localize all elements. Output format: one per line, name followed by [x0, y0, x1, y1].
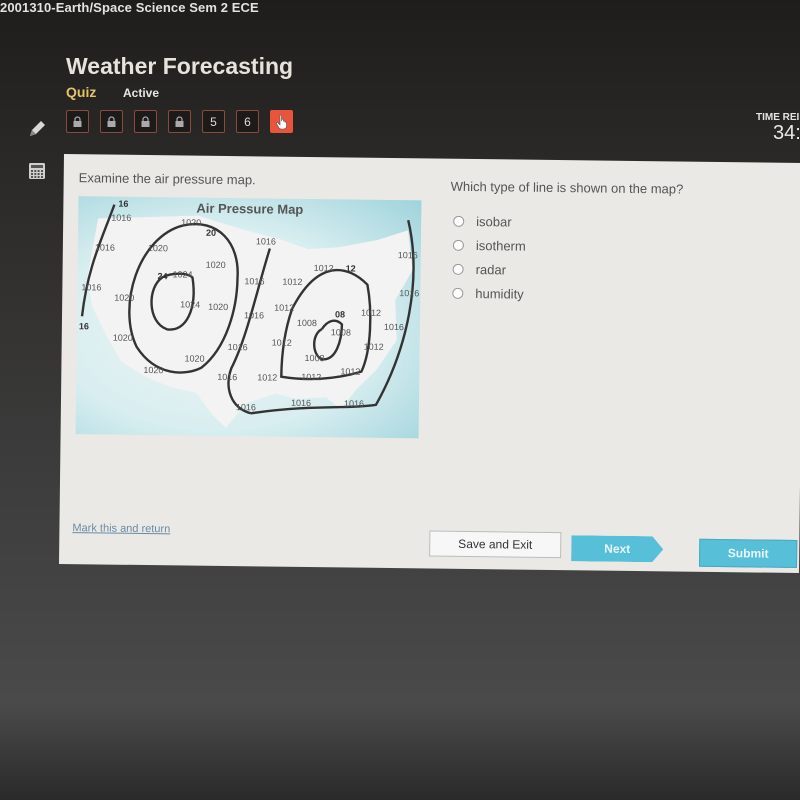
mark-and-return-link[interactable]: Mark this and return — [72, 522, 170, 535]
isobar-label: 1008 — [331, 327, 351, 337]
activity-type-label: Quiz — [66, 84, 97, 100]
isobar-label: 1016 — [291, 398, 311, 408]
isobar-label: 1012 — [272, 338, 292, 348]
isobar-label: 1012 — [274, 303, 294, 313]
isobar-label: 1024 — [180, 299, 200, 309]
save-and-exit-button[interactable]: Save and Exit — [429, 530, 562, 559]
option-isotherm[interactable]: isotherm — [452, 233, 526, 258]
radio-button[interactable] — [453, 215, 465, 227]
option-label: radar — [475, 261, 507, 277]
option-label: humidity — [475, 285, 524, 302]
pencil-icon — [30, 121, 45, 136]
question-nav-7-current[interactable] — [270, 110, 293, 133]
submit-button[interactable]: Submit — [699, 538, 798, 568]
isobar-label: 1012 — [282, 277, 302, 287]
isobar-label: 1012 — [364, 342, 384, 352]
isobar-label: 1016 — [384, 322, 404, 332]
calculator-icon — [29, 163, 45, 179]
isobar-label: 1020 — [181, 217, 201, 227]
isobar-labels: 16 1016 1020 20 1016 1016 1020 1020 1024… — [79, 199, 420, 413]
isobar-label: 08 — [335, 309, 345, 319]
question-prompt: Examine the air pressure map. — [78, 170, 256, 188]
calculator-tool-button[interactable] — [28, 162, 46, 185]
isobar-label: 24 — [157, 271, 167, 281]
lock-icon — [175, 115, 184, 127]
isobar-label: 1016 — [244, 310, 264, 320]
option-label: isotherm — [475, 237, 526, 254]
isobar-label: 1016 — [244, 276, 264, 286]
next-button[interactable]: Next — [571, 535, 663, 562]
hand-pointer-icon — [275, 114, 287, 129]
question-nav-5[interactable]: 5 — [202, 110, 225, 133]
isobar-label: 1016 — [228, 342, 248, 352]
isobar-label: 1020 — [184, 353, 204, 363]
isobar-label: 1012 — [361, 308, 381, 318]
radio-button[interactable] — [452, 263, 464, 275]
isobar-label: 12 — [346, 263, 356, 273]
isobar-label: 1012 — [314, 263, 334, 273]
isobar-label: 1020 — [113, 333, 133, 343]
isobar-label: 1012 — [257, 372, 277, 382]
isobar-label: 1016 — [81, 282, 101, 292]
isobar-label: 1016 — [111, 213, 131, 223]
lock-icon — [141, 115, 150, 127]
isobar-label: 1012 — [301, 372, 321, 382]
isobar-label: 1020 — [143, 365, 163, 375]
pencil-tool-button[interactable] — [26, 118, 48, 145]
isobar-label: 1024 — [172, 269, 192, 279]
time-remaining-value: 34: — [773, 122, 800, 144]
isobar-label: 1016 — [398, 250, 418, 260]
isobar-label: 1020 — [206, 260, 226, 270]
question-panel: Examine the air pressure map. Air Pressu… — [58, 154, 800, 574]
lesson-title: Weather Forecasting — [66, 53, 294, 79]
isobar-label: 1008 — [304, 353, 324, 363]
option-radar[interactable]: radar — [452, 257, 525, 282]
isobar-label: 16 — [118, 199, 128, 209]
isobar-label: 1012 — [340, 366, 360, 376]
isobar-label: 16 — [79, 321, 89, 331]
isobar-label: 20 — [206, 228, 216, 238]
isobar-label: 1016 — [399, 288, 419, 298]
answer-options: isobar isotherm radar humidity — [452, 209, 526, 306]
option-humidity[interactable]: humidity — [452, 281, 525, 306]
isobar-label: 1016 — [236, 402, 256, 412]
isobar-label: 1008 — [297, 318, 317, 328]
option-label: isobar — [476, 213, 512, 229]
lock-icon — [73, 115, 82, 127]
isobar-label: 1020 — [148, 243, 168, 253]
isobar-label: 1020 — [114, 293, 134, 303]
radio-button[interactable] — [452, 287, 464, 299]
question-nav-3[interactable] — [134, 110, 157, 133]
course-title: 2001310-Earth/Space Science Sem 2 ECE — [0, 0, 259, 15]
question-nav-2[interactable] — [100, 110, 123, 133]
question-text: Which type of line is shown on the map? — [450, 178, 684, 197]
isobar-label: 1016 — [95, 242, 115, 252]
option-isobar[interactable]: isobar — [453, 209, 526, 234]
air-pressure-map: Air Pressure Map 16 1016 1020 20 1016 10… — [75, 196, 422, 439]
question-nav-4[interactable] — [168, 110, 191, 133]
question-nav-6[interactable]: 6 — [236, 110, 259, 133]
isobar-label: 1020 — [208, 302, 228, 312]
question-navigation: 5 6 — [66, 110, 293, 133]
isobar-label: 1016 — [344, 398, 364, 408]
isobar-label: 1016 — [256, 236, 276, 246]
question-nav-1[interactable] — [66, 110, 89, 133]
status-label: Active — [123, 86, 160, 100]
lock-icon — [107, 115, 116, 127]
isobar-label: 1016 — [217, 372, 237, 382]
radio-button[interactable] — [452, 239, 464, 251]
